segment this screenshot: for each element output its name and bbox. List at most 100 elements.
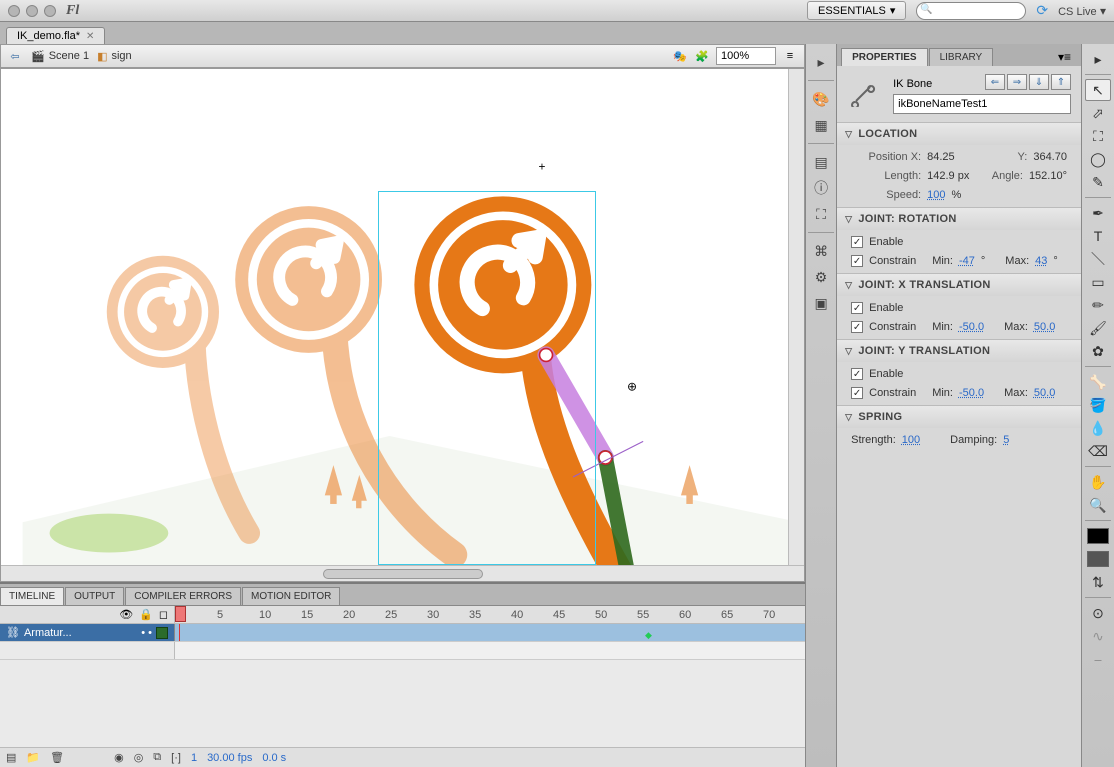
- section-ytrans-head[interactable]: ▽JOINT: Y TRANSLATION: [837, 340, 1081, 362]
- motion-presets-icon[interactable]: ▣: [808, 291, 834, 315]
- rotation-enable-checkbox[interactable]: ✓: [851, 236, 863, 248]
- speed-value[interactable]: 100: [927, 189, 945, 201]
- new-folder-icon[interactable]: 📁: [26, 751, 40, 764]
- tab-output[interactable]: OUTPUT: [65, 587, 124, 605]
- back-icon[interactable]: ⇦: [7, 48, 23, 64]
- ytrans-min[interactable]: -50.0: [959, 387, 984, 399]
- ytrans-enable-checkbox[interactable]: ✓: [851, 368, 863, 380]
- rotation-min[interactable]: -47: [959, 255, 975, 267]
- section-rotation-head[interactable]: ▽JOINT: ROTATION: [837, 208, 1081, 230]
- workspace-switcher[interactable]: ESSENTIALS ▾: [807, 1, 906, 20]
- stage-hscroll[interactable]: [1, 565, 804, 581]
- lasso-tool[interactable]: ✎: [1085, 171, 1111, 193]
- swatches-panel-icon[interactable]: ▦: [808, 113, 834, 137]
- layer-color-swatch[interactable]: [156, 627, 168, 639]
- outline-icon[interactable]: ◻: [159, 608, 168, 621]
- tab-compiler-errors[interactable]: COMPILER ERRORS: [125, 587, 241, 605]
- document-tab[interactable]: IK_demo.fla* ✕: [6, 27, 105, 44]
- section-spring-head[interactable]: ▽SPRING: [837, 406, 1081, 428]
- scene-crumb[interactable]: 🎬 Scene 1: [31, 50, 89, 63]
- expand-tools-icon[interactable]: ▸: [1085, 48, 1111, 70]
- minimize-window-icon[interactable]: [26, 5, 38, 17]
- spring-strength[interactable]: 100: [902, 434, 920, 446]
- spring-damping[interactable]: 5: [1003, 434, 1009, 446]
- tab-motion-editor[interactable]: MOTION EDITOR: [242, 587, 340, 605]
- zoom-tool[interactable]: 🔍: [1085, 494, 1111, 516]
- xtrans-max[interactable]: 50.0: [1034, 321, 1055, 333]
- tab-timeline[interactable]: TIMELINE: [0, 587, 64, 605]
- info-panel-icon[interactable]: ⓘ: [808, 176, 834, 200]
- layer-row[interactable]: ⛓ Armatur... • •: [0, 624, 175, 641]
- swap-colors-icon[interactable]: ⇅: [1085, 571, 1111, 593]
- xtrans-min[interactable]: -50.0: [959, 321, 984, 333]
- hand-tool[interactable]: ✋: [1085, 471, 1111, 493]
- rectangle-tool[interactable]: ▭: [1085, 271, 1111, 293]
- ytrans-max[interactable]: 50.0: [1034, 387, 1055, 399]
- layer-frames[interactable]: ◆: [175, 624, 805, 641]
- child-icon[interactable]: ⇓: [1029, 74, 1049, 90]
- xtrans-constrain-checkbox[interactable]: ✓: [851, 321, 863, 333]
- sync-icon[interactable]: ⟳: [1036, 2, 1048, 19]
- subselection-tool[interactable]: ⬀: [1085, 102, 1111, 124]
- pen-tool[interactable]: ✒: [1085, 202, 1111, 224]
- next-sibling-icon[interactable]: ⇒: [1007, 74, 1027, 90]
- close-tab-icon[interactable]: ✕: [86, 31, 94, 42]
- snap-to-object-icon[interactable]: ⊙: [1085, 602, 1111, 624]
- section-xtrans-head[interactable]: ▽JOINT: X TRANSLATION: [837, 274, 1081, 296]
- ytrans-constrain-checkbox[interactable]: ✓: [851, 387, 863, 399]
- text-tool[interactable]: T: [1085, 225, 1111, 247]
- zoom-menu-icon[interactable]: ≡: [782, 48, 798, 64]
- new-layer-icon[interactable]: ▤: [6, 751, 16, 764]
- components-panel-icon[interactable]: ⚙: [808, 265, 834, 289]
- cslive-button[interactable]: CS Live ▾: [1058, 4, 1106, 18]
- tab-library[interactable]: LIBRARY: [929, 48, 994, 66]
- transform-panel-icon[interactable]: ⛶: [808, 202, 834, 226]
- zoom-window-icon[interactable]: [44, 5, 56, 17]
- symbol-crumb[interactable]: ◧ sign: [97, 50, 132, 63]
- edit-multi-icon[interactable]: ⧉: [153, 751, 161, 764]
- close-window-icon[interactable]: [8, 5, 20, 17]
- window-controls[interactable]: [8, 5, 56, 17]
- fps-field[interactable]: 30.00 fps: [207, 752, 252, 764]
- eraser-tool[interactable]: ⌫: [1085, 440, 1111, 462]
- edit-scene-icon[interactable]: 🎭: [672, 48, 688, 64]
- eyedropper-tool[interactable]: 💧: [1085, 417, 1111, 439]
- panel-menu-icon[interactable]: ▾≡: [1052, 48, 1077, 66]
- search-input[interactable]: [916, 2, 1026, 20]
- frame-ruler[interactable]: 1510152025303540455055606570: [175, 606, 805, 623]
- prev-sibling-icon[interactable]: ⇐: [985, 74, 1005, 90]
- deco-tool[interactable]: ✿: [1085, 340, 1111, 362]
- expand-panels-icon[interactable]: ▸: [808, 50, 834, 74]
- paint-bucket-tool[interactable]: 🪣: [1085, 394, 1111, 416]
- pencil-tool[interactable]: ✏: [1085, 294, 1111, 316]
- xtrans-enable-checkbox[interactable]: ✓: [851, 302, 863, 314]
- 3d-rotation-tool[interactable]: ◯: [1085, 148, 1111, 170]
- lock-icon[interactable]: 🔒: [139, 608, 153, 621]
- align-panel-icon[interactable]: ▤: [808, 150, 834, 174]
- bone-tool[interactable]: 🦴: [1085, 371, 1111, 393]
- bone-name-input[interactable]: [893, 94, 1071, 114]
- code-snippets-icon[interactable]: ⌘: [808, 239, 834, 263]
- free-transform-tool[interactable]: ⛶: [1085, 125, 1111, 147]
- line-tool[interactable]: ＼: [1085, 248, 1111, 270]
- edit-symbol-icon[interactable]: 🧩: [694, 48, 710, 64]
- stage[interactable]: + ⊕: [0, 68, 805, 582]
- zoom-field[interactable]: [716, 47, 776, 65]
- selection-tool[interactable]: ↖: [1085, 79, 1111, 101]
- current-frame-field[interactable]: 1: [191, 752, 197, 764]
- tab-properties[interactable]: PROPERTIES: [841, 48, 927, 66]
- fill-color[interactable]: [1085, 548, 1111, 570]
- brush-tool[interactable]: 🖌: [1085, 317, 1111, 339]
- visibility-icon[interactable]: 👁: [119, 608, 133, 621]
- stage-vscroll[interactable]: [788, 69, 804, 565]
- stroke-color[interactable]: [1085, 525, 1111, 547]
- onion-outline-icon[interactable]: ◎: [134, 751, 144, 764]
- section-location-head[interactable]: ▽LOCATION: [837, 123, 1081, 145]
- color-panel-icon[interactable]: 🎨: [808, 87, 834, 111]
- delete-layer-icon[interactable]: 🗑: [50, 751, 64, 764]
- rotation-constrain-checkbox[interactable]: ✓: [851, 255, 863, 267]
- rotation-max[interactable]: 43: [1035, 255, 1047, 267]
- onion-skin-icon[interactable]: ◉: [114, 751, 124, 764]
- playhead[interactable]: [179, 624, 180, 641]
- parent-icon[interactable]: ⇑: [1051, 74, 1071, 90]
